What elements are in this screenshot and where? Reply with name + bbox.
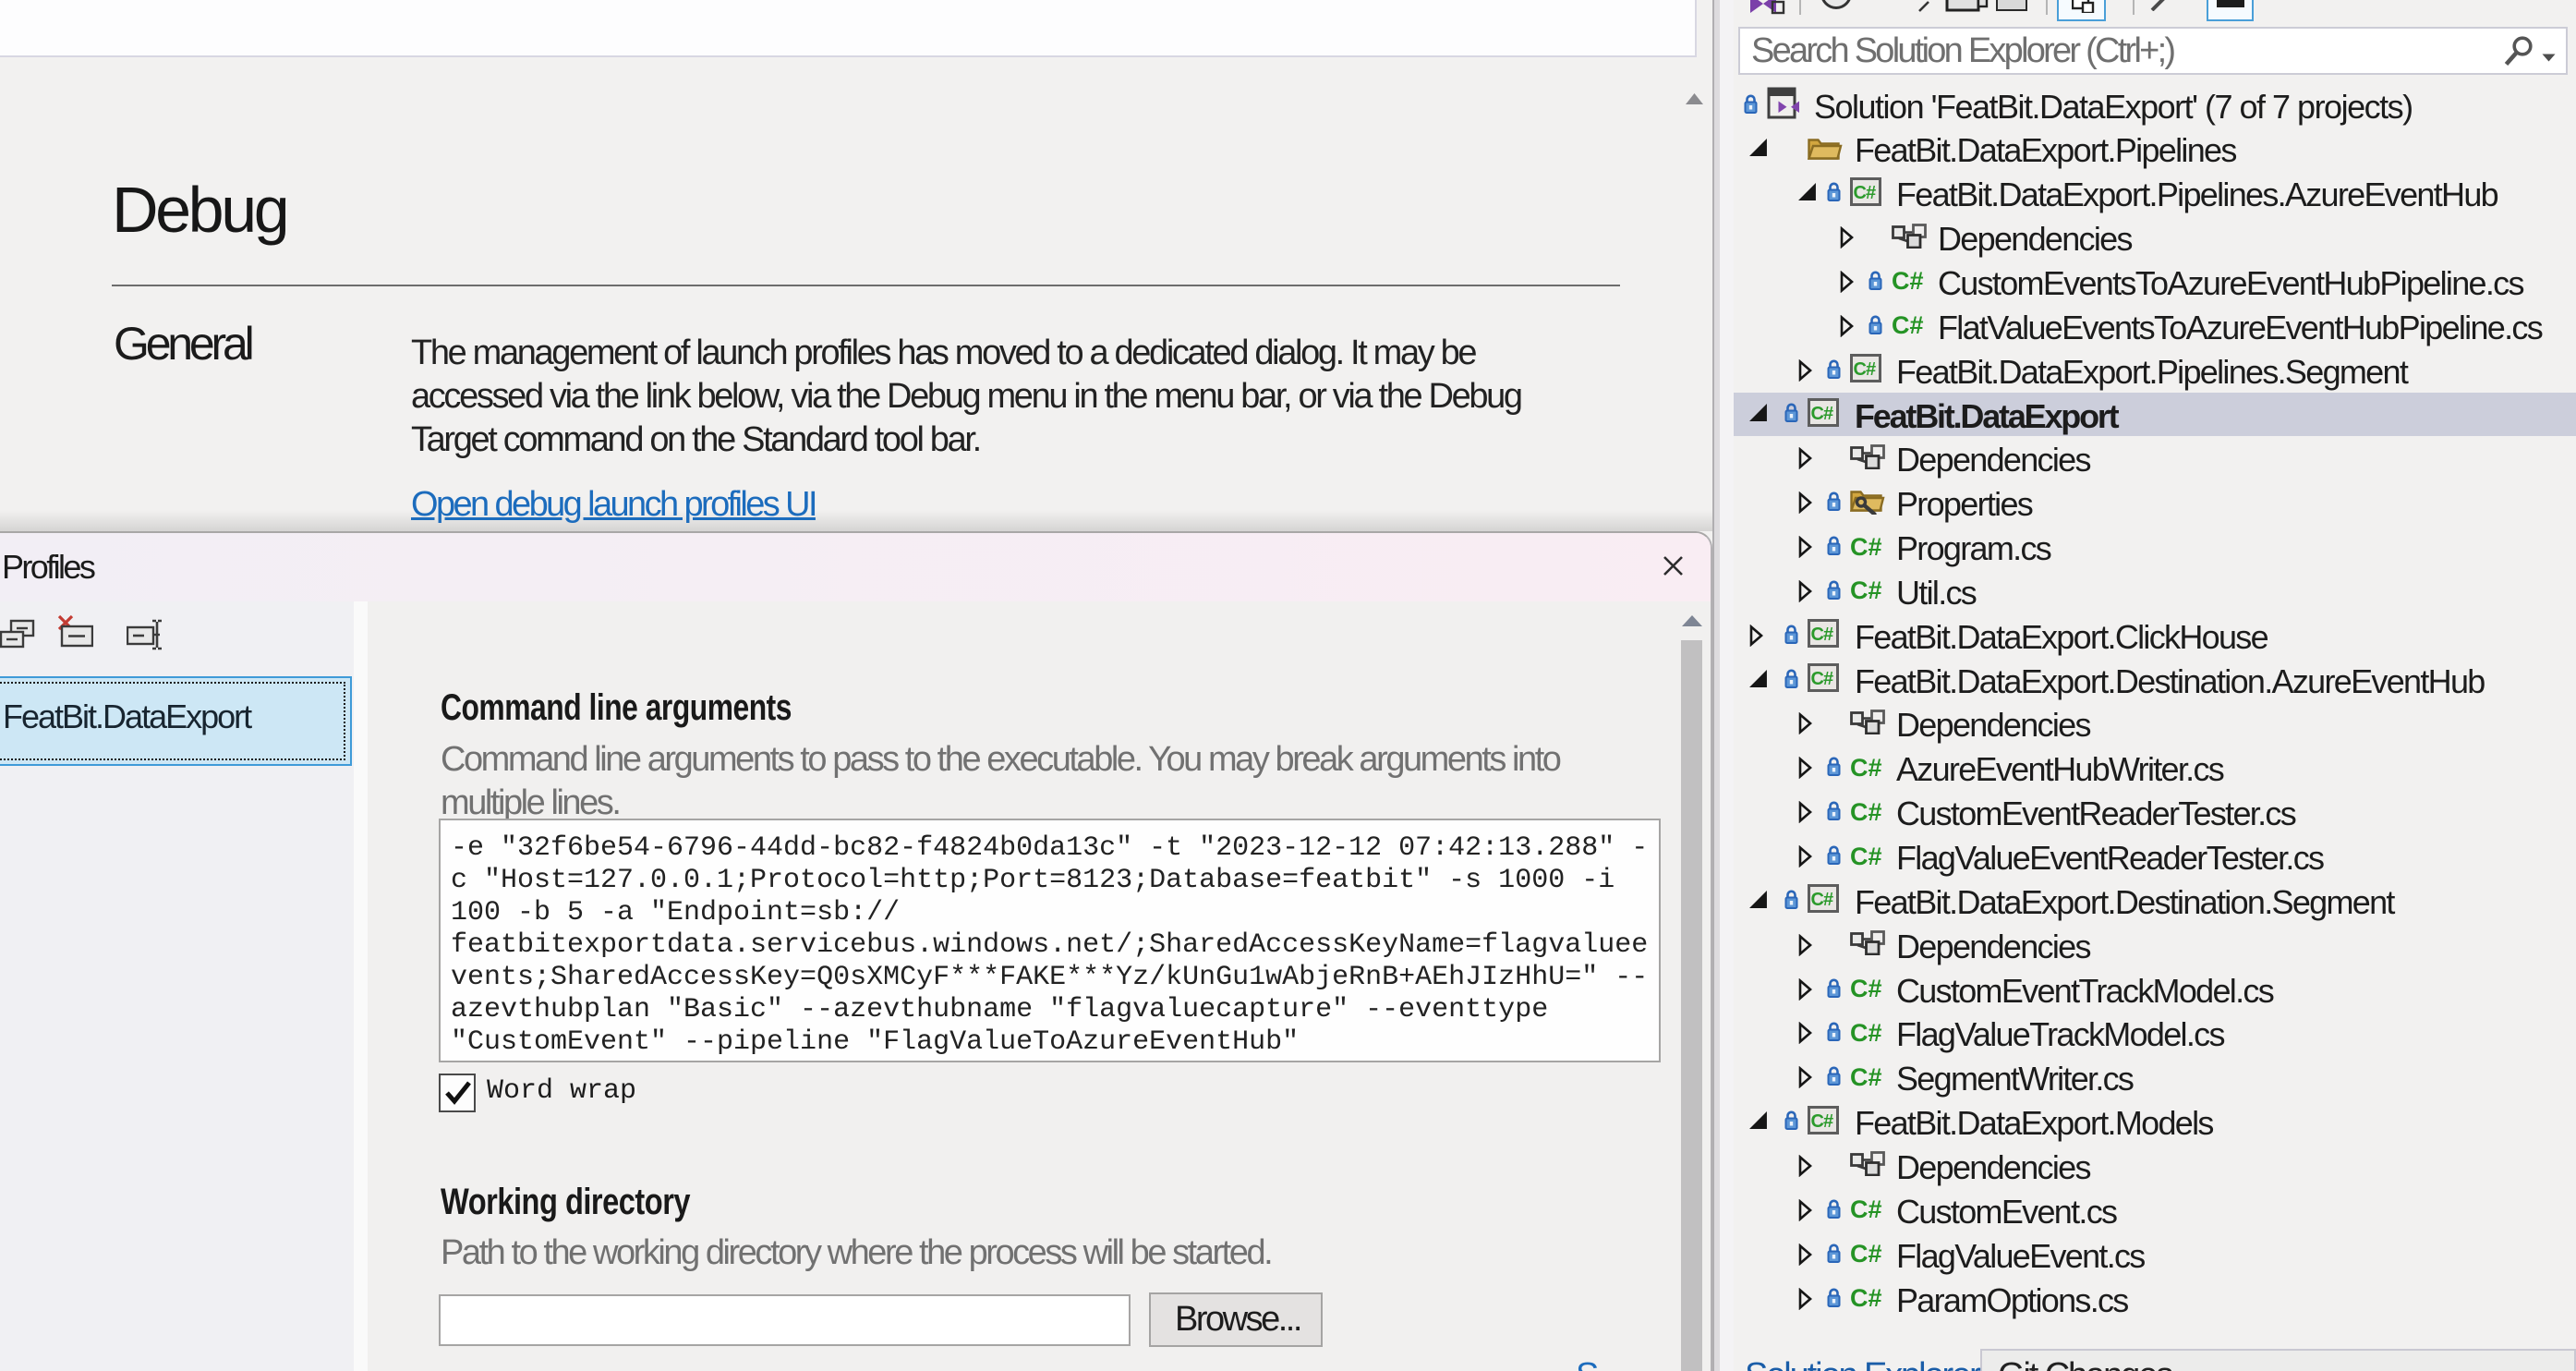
svg-text:C#: C# [1850, 843, 1882, 867]
svg-text:C#: C# [1850, 754, 1882, 779]
svg-text:C#: C# [1850, 798, 1882, 823]
svg-text:C#: C# [1850, 1284, 1882, 1309]
svg-text:C#: C# [1892, 311, 1924, 336]
svg-text:C#: C# [1850, 533, 1882, 558]
svg-text:C#: C# [1850, 1240, 1882, 1265]
svg-text:C#: C# [1811, 669, 1833, 689]
svg-text:C#: C# [1850, 1195, 1882, 1220]
svg-text:C#: C# [1850, 1063, 1882, 1088]
svg-text:C#: C# [1850, 975, 1882, 1000]
svg-text:C#: C# [1854, 359, 1876, 380]
svg-text:C#: C# [1811, 404, 1833, 424]
svg-text:C#: C# [1811, 1111, 1833, 1132]
svg-text:C#: C# [1850, 576, 1882, 601]
svg-text:C#: C# [1892, 267, 1924, 292]
svg-text:C#: C# [1854, 183, 1876, 203]
svg-text:C#: C# [1811, 625, 1833, 645]
svg-text:C#: C# [1811, 890, 1833, 910]
svg-text:C#: C# [1850, 1019, 1882, 1044]
